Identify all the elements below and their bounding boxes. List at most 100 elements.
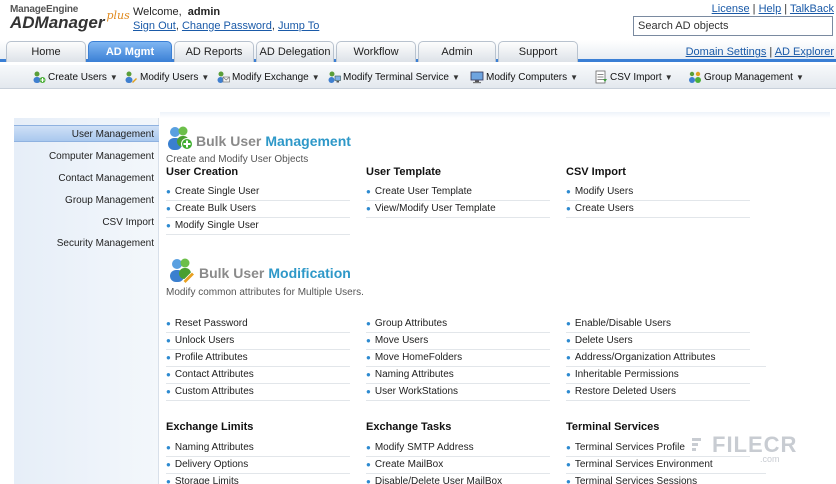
link-label: Modify Single User (174, 220, 259, 231)
tab-home[interactable]: Home (6, 41, 86, 62)
bullet-icon: ● (166, 460, 171, 469)
welcome-text: Welcome, admin (133, 6, 220, 18)
link-label: Disable/Delete User MailBox (374, 476, 503, 484)
link-inheritable-permissions[interactable]: ● Inheritable Permissions (566, 367, 750, 384)
link-group-attributes[interactable]: ● Group Attributes (366, 316, 550, 333)
link-label: Create Single User (174, 186, 260, 197)
link-storage-limits[interactable]: ● Storage Limits (166, 474, 350, 484)
help-link[interactable]: Help (759, 3, 782, 15)
link-user-workstations[interactable]: ● User WorkStations (366, 384, 550, 401)
link-delete-users[interactable]: ● Delete Users (566, 333, 750, 350)
sidebar-item-user-management[interactable]: User Management (14, 125, 159, 142)
talkback-link[interactable]: TalkBack (790, 3, 834, 15)
link-label: Delivery Options (174, 459, 249, 470)
bullet-icon: ● (166, 387, 171, 396)
sidebar-item-contact-management[interactable]: Contact Management (14, 170, 159, 187)
column-header-exchange-limits: Exchange Limits (166, 421, 254, 433)
link-profile-attributes[interactable]: ● Profile Attributes (166, 350, 350, 367)
link-create-bulk-users[interactable]: ● Create Bulk Users (166, 201, 350, 218)
create-users-menu[interactable]: Create Users ▼ (32, 69, 118, 85)
link-custom-attributes[interactable]: ● Custom Attributes (166, 384, 350, 401)
link-label: Custom Attributes (174, 386, 254, 397)
link-move-homefolders[interactable]: ● Move HomeFolders (366, 350, 550, 367)
link-label: Move HomeFolders (374, 352, 463, 363)
logo-plus: plus (106, 9, 130, 22)
action-toolbar: Create Users ▼ Modify Users ▼ Modify Excha… (0, 65, 836, 89)
link-create-single-user[interactable]: ● Create Single User (166, 184, 350, 201)
bullet-icon: ● (366, 319, 371, 328)
bullet-icon: ● (566, 477, 571, 484)
bullet-icon: ● (166, 477, 171, 484)
left-sidebar: User Management Computer Management Cont… (14, 118, 159, 484)
admanager-logo[interactable]: ManageEngine ADManager plus (10, 4, 130, 33)
link-reset-password[interactable]: ● Reset Password (166, 316, 350, 333)
caret-down-icon: ▼ (311, 72, 320, 82)
jump-to-link[interactable]: Jump To (278, 20, 319, 32)
bullet-icon: ● (566, 387, 571, 396)
link-label: Profile Attributes (174, 352, 248, 363)
username: admin (187, 6, 221, 18)
tab-support[interactable]: Support (498, 41, 578, 62)
link-move-users[interactable]: ● Move Users (366, 333, 550, 350)
link-contact-attributes[interactable]: ● Contact Attributes (166, 367, 350, 384)
app-header: ManageEngine ADManager plus Welcome, admin… (0, 0, 836, 40)
bullet-icon: ● (366, 370, 371, 379)
sidebar-item-security-management[interactable]: Security Management (14, 235, 159, 252)
tab-ad-mgmt[interactable]: AD Mgmt (88, 41, 172, 62)
group-icon (688, 70, 702, 84)
sidebar-item-csv-import[interactable]: CSV Import (14, 214, 159, 231)
sign-out-link[interactable]: Sign Out (133, 20, 176, 32)
domain-settings-link[interactable]: Domain Settings (686, 46, 767, 58)
link-restore-deleted-users[interactable]: ● Restore Deleted Users (566, 384, 750, 401)
link-enable-disable-users[interactable]: ● Enable/Disable Users (566, 316, 750, 333)
change-password-link[interactable]: Change Password (182, 20, 272, 32)
toolbar-label: Group Management (704, 71, 793, 83)
column-header-user-template: User Template (366, 166, 441, 178)
link-unlock-users[interactable]: ● Unlock Users (166, 333, 350, 350)
link-delivery-options[interactable]: ● Delivery Options (166, 457, 350, 474)
tab-ad-reports[interactable]: AD Reports (174, 41, 254, 62)
modify-terminal-service-menu[interactable]: Modify Terminal Service ▼ (327, 69, 460, 85)
link-separator: , (175, 20, 179, 32)
link-naming-attributes[interactable]: ● Naming Attributes (366, 367, 550, 384)
modify-users-menu[interactable]: Modify Users ▼ (124, 69, 209, 85)
pipe-separator: | (752, 3, 756, 15)
link-label: View/Modify User Template (374, 203, 496, 214)
bullet-icon: ● (166, 204, 171, 213)
sidebar-item-group-management[interactable]: Group Management (14, 192, 159, 209)
link-create-user-template[interactable]: ● Create User Template (366, 184, 550, 201)
link-label: Group Attributes (374, 318, 448, 329)
modify-exchange-menu[interactable]: Modify Exchange ▼ (216, 69, 320, 85)
link-terminal-services-sessions[interactable]: ● Terminal Services Sessions (566, 474, 750, 484)
watermark-text: FILECR (712, 432, 798, 457)
link-disable-delete-user-mailbox[interactable]: ● Disable/Delete User MailBox (366, 474, 550, 484)
group-management-menu[interactable]: Group Management ▼ (688, 69, 804, 85)
link-modify-smtp-address[interactable]: ● Modify SMTP Address (366, 440, 550, 457)
caret-down-icon: ▼ (201, 72, 210, 82)
link-address-organization-attributes[interactable]: ● Address/Organization Attributes (566, 350, 766, 367)
license-link[interactable]: License (712, 3, 750, 15)
bullet-icon: ● (366, 336, 371, 345)
csv-import-menu[interactable]: CSV Import ▼ (594, 69, 673, 85)
search-input[interactable] (633, 16, 833, 36)
link-view-modify-user-template[interactable]: ● View/Modify User Template (366, 201, 550, 218)
sidebar-item-computer-management[interactable]: Computer Management (14, 148, 159, 165)
link-label: Enable/Disable Users (574, 318, 672, 329)
link-modify-single-user[interactable]: ● Modify Single User (166, 218, 350, 235)
link-csv-modify-users[interactable]: ● Modify Users (566, 184, 750, 201)
link-exchange-naming-attributes[interactable]: ● Naming Attributes (166, 440, 350, 457)
link-csv-create-users[interactable]: ● Create Users (566, 201, 750, 218)
csv-import-icon (594, 70, 608, 84)
tab-ad-delegation[interactable]: AD Delegation (256, 41, 334, 62)
tab-admin[interactable]: Admin (418, 41, 496, 62)
bullet-icon: ● (366, 443, 371, 452)
modify-computers-menu[interactable]: Modify Computers ▼ (470, 69, 578, 85)
link-create-mailbox[interactable]: ● Create MailBox (366, 457, 550, 474)
tab-workflow[interactable]: Workflow (336, 41, 416, 62)
column-header-terminal-services: Terminal Services (566, 421, 660, 433)
bullet-icon: ● (566, 319, 571, 328)
bullet-icon: ● (366, 187, 371, 196)
bullet-icon: ● (366, 204, 371, 213)
link-label: User WorkStations (374, 386, 459, 397)
ad-explorer-link[interactable]: AD Explorer (775, 46, 834, 58)
